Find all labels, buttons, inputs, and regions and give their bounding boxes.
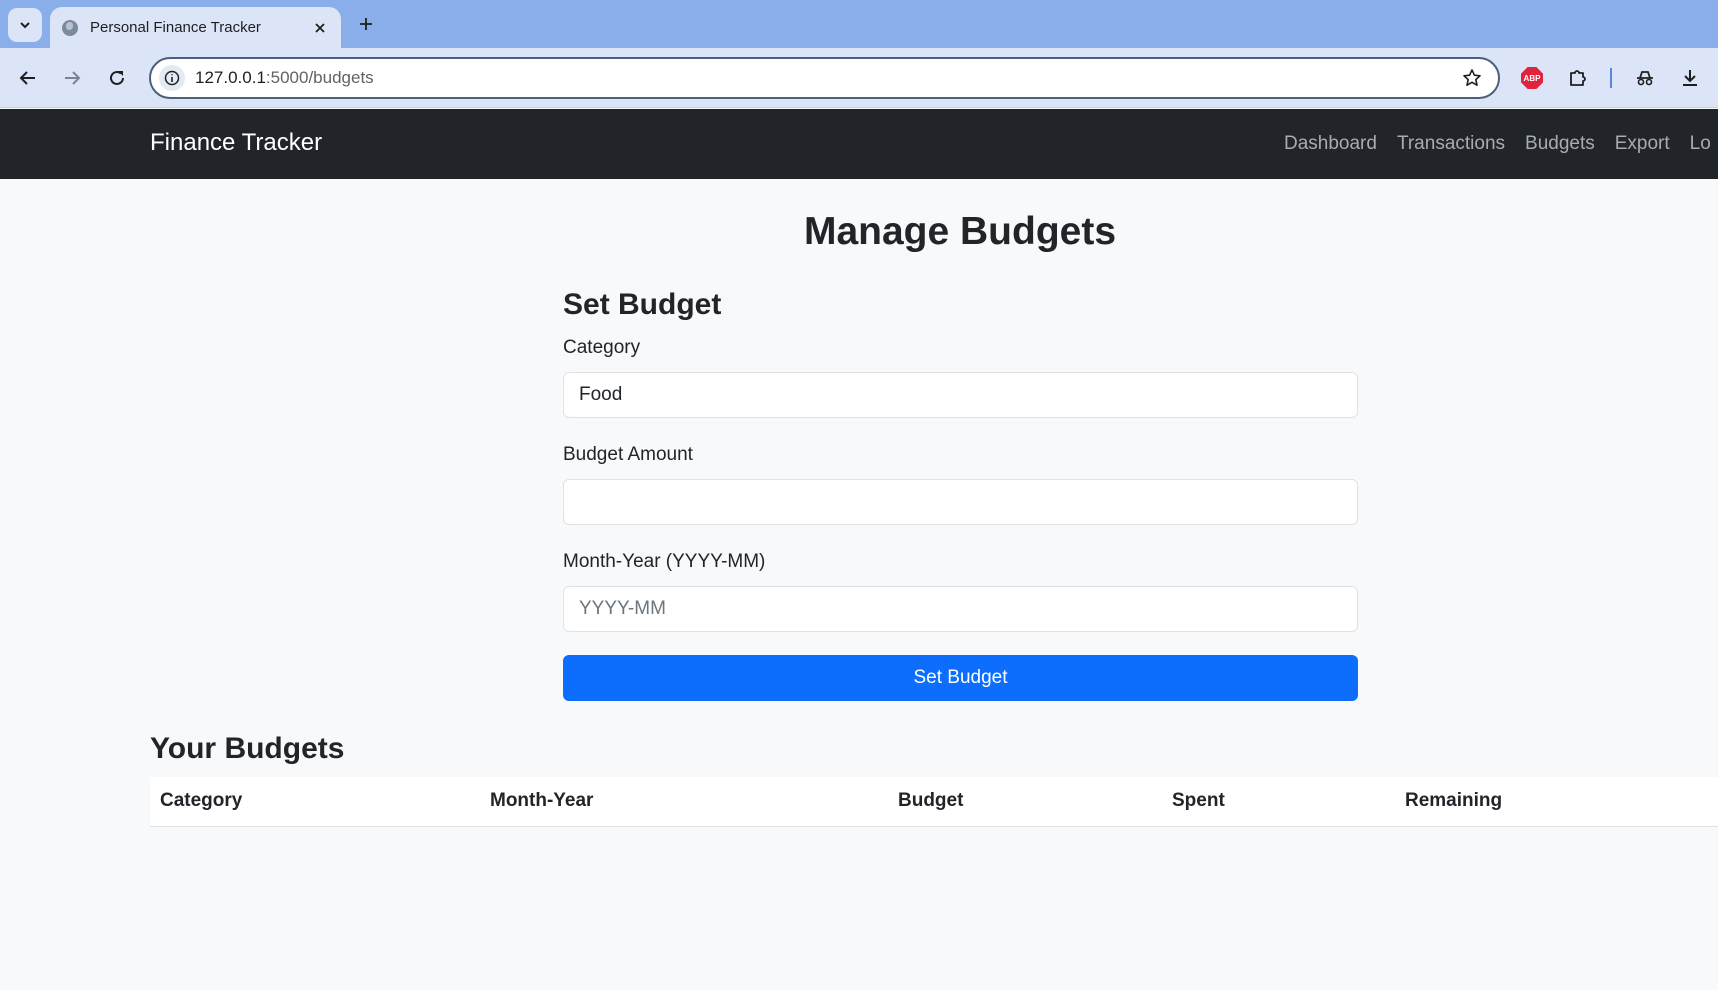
tab-search-button[interactable] xyxy=(8,8,42,42)
reload-button[interactable] xyxy=(103,64,131,92)
browser-toolbar: 127.0.0.1:5000/budgets ABP xyxy=(0,48,1718,108)
forward-button[interactable] xyxy=(58,64,86,92)
arrow-right-icon xyxy=(65,71,81,85)
browser-tab-active[interactable]: Personal Finance Tracker xyxy=(50,7,341,48)
close-icon xyxy=(315,22,325,33)
new-tab-button[interactable] xyxy=(352,10,380,38)
incognito-button[interactable] xyxy=(1631,64,1659,92)
back-button[interactable] xyxy=(14,64,42,92)
your-budgets-heading: Your Budgets xyxy=(150,732,345,765)
toolbar-divider xyxy=(1610,68,1612,88)
address-bar[interactable]: 127.0.0.1:5000/budgets xyxy=(149,57,1500,99)
extensions-button[interactable] xyxy=(1564,64,1592,92)
puzzle-icon xyxy=(1570,70,1586,86)
nav-link-logout[interactable]: Lo xyxy=(1690,133,1711,155)
page-content: Finance Tracker Dashboard Transactions B… xyxy=(0,109,1718,990)
page-title: Manage Budgets xyxy=(803,210,1117,253)
column-header-budget: Budget xyxy=(898,790,964,811)
tab-close-button[interactable] xyxy=(309,17,331,39)
month-year-label: Month-Year (YYYY-MM) xyxy=(563,551,766,572)
nav-link-export[interactable]: Export xyxy=(1615,133,1670,155)
set-budget-heading: Set Budget xyxy=(563,288,722,321)
download-icon xyxy=(1683,70,1697,86)
nav-link-transactions[interactable]: Transactions xyxy=(1397,133,1505,155)
month-year-input[interactable] xyxy=(563,586,1358,632)
browser-tabstrip: Personal Finance Tracker xyxy=(0,0,1718,48)
budgets-table: Category Month-Year Budget Spent Remaini… xyxy=(150,777,1718,827)
column-header-spent: Spent xyxy=(1172,790,1225,811)
budget-amount-label: Budget Amount xyxy=(563,444,693,465)
site-info-icon[interactable] xyxy=(159,65,185,91)
navbar-brand[interactable]: Finance Tracker xyxy=(150,129,322,157)
adblock-icon: ABP xyxy=(1521,67,1543,89)
nav-link-dashboard[interactable]: Dashboard xyxy=(1284,133,1377,155)
nav-link-budgets[interactable]: Budgets xyxy=(1525,133,1595,155)
column-header-remaining: Remaining xyxy=(1405,790,1503,811)
bookmark-star-icon[interactable] xyxy=(1458,64,1486,92)
category-label: Category xyxy=(563,337,641,358)
set-budget-button[interactable]: Set Budget xyxy=(563,655,1358,701)
globe-icon xyxy=(62,19,78,36)
chevron-down-icon xyxy=(20,22,30,29)
plus-icon xyxy=(360,18,372,30)
reload-icon xyxy=(110,70,124,85)
category-input[interactable] xyxy=(563,372,1358,418)
navbar-links: Dashboard Transactions Budgets Export Lo xyxy=(1284,133,1718,155)
tab-title: Personal Finance Tracker xyxy=(90,19,261,36)
budget-amount-input[interactable] xyxy=(563,479,1358,525)
adblock-extension-button[interactable]: ABP xyxy=(1518,64,1546,92)
incognito-icon xyxy=(1637,71,1653,86)
arrow-left-icon xyxy=(19,71,35,85)
app-navbar: Finance Tracker Dashboard Transactions B… xyxy=(0,109,1718,179)
downloads-button[interactable] xyxy=(1676,64,1704,92)
column-header-month-year: Month-Year xyxy=(490,790,594,811)
column-header-category: Category xyxy=(160,790,243,811)
url-text: 127.0.0.1:5000/budgets xyxy=(195,68,374,87)
